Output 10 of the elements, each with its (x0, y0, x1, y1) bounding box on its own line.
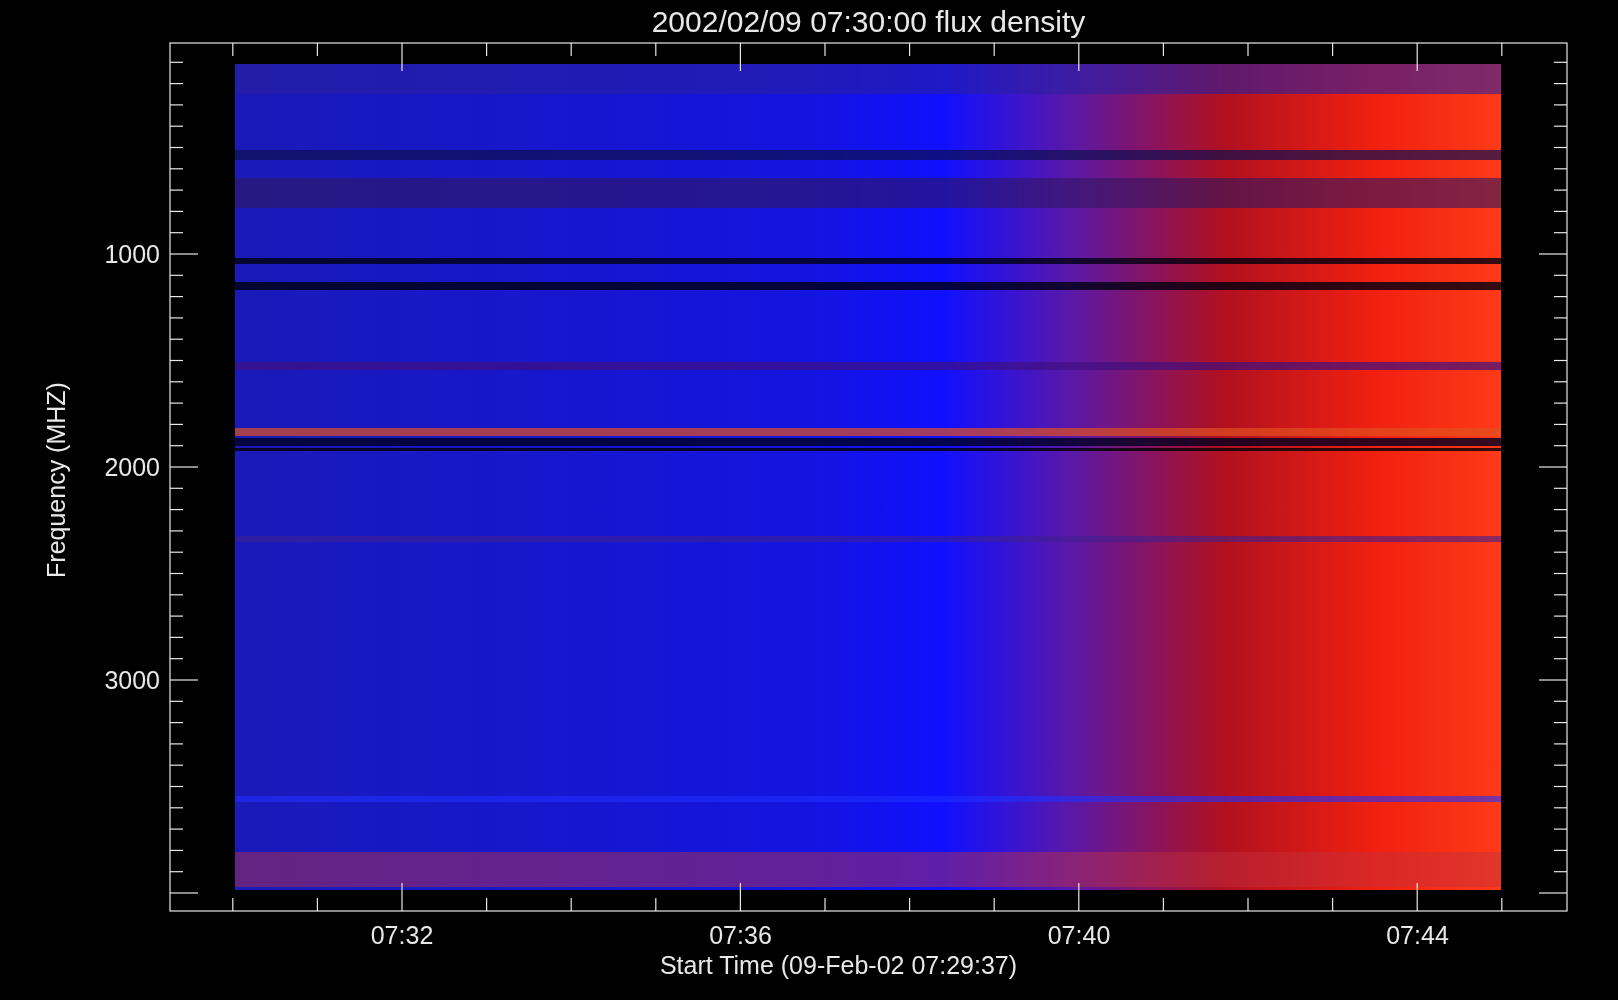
chart-title: 2002/02/09 07:30:00 flux density (651, 5, 1086, 38)
y-tick-label: 2000 (104, 453, 160, 481)
x-tick-label: 07:44 (1386, 921, 1449, 949)
y-tick-label: 1000 (104, 240, 160, 268)
x-tick-label: 07:40 (1047, 921, 1111, 949)
y-tick-label: 3000 (104, 666, 160, 694)
y-axis-label: Frequency (MHZ) (42, 382, 70, 578)
x-axis-label: Start Time (09-Feb-02 07:29:37) (659, 951, 1018, 979)
x-tick-label: 07:36 (709, 921, 772, 949)
x-tick-label: 07:32 (370, 921, 434, 949)
